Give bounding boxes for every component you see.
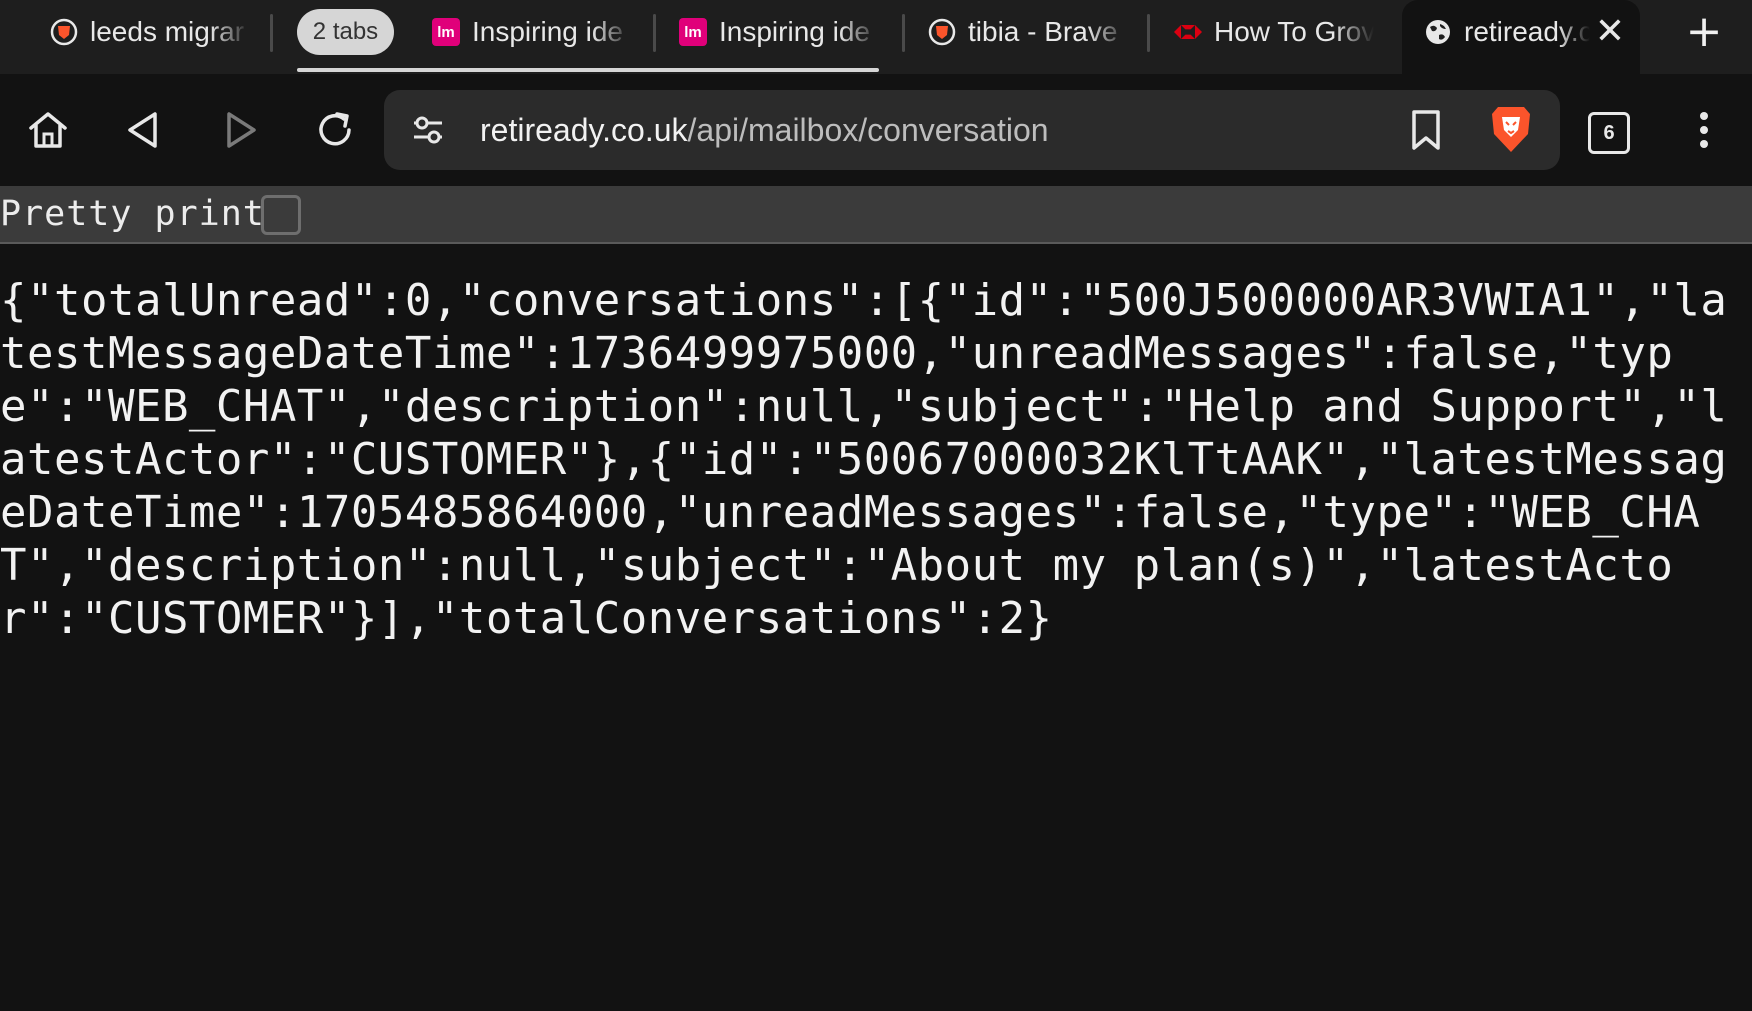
tab-how-to-grow[interactable]: How To Grov (1174, 0, 1374, 64)
back-icon[interactable] (118, 104, 170, 156)
url-text[interactable]: retiready.co.uk/api/mailbox/conversation (480, 90, 1049, 170)
forward-icon[interactable] (214, 104, 266, 156)
more-menu-icon[interactable] (1678, 104, 1730, 156)
tab-inspiring-ideas-2[interactable]: lm Inspiring ide (679, 0, 879, 64)
tab-title: How To Grov (1214, 16, 1374, 47)
lm-icon: lm (432, 18, 460, 46)
tab-strip: leeds migrar 2 tabs lm Inspiring ide lm … (0, 0, 1752, 74)
bookmark-icon[interactable] (1406, 108, 1446, 152)
pretty-print-bar: Pretty print (0, 186, 1752, 244)
reload-icon[interactable] (309, 104, 361, 156)
navigation-toolbar: retiready.co.uk/api/mailbox/conversation… (0, 74, 1752, 186)
tab-tibia[interactable]: tibia - Brave (928, 0, 1128, 64)
address-bar[interactable]: retiready.co.uk/api/mailbox/conversation (384, 90, 1560, 170)
tab-title: Inspiring ide (472, 16, 623, 47)
tab-leeds[interactable]: leeds migrar (50, 0, 250, 64)
pretty-print-checkbox[interactable] (261, 195, 301, 235)
tab-separator (902, 14, 905, 52)
url-host: retiready.co.uk (480, 112, 688, 148)
tab-title: tibia - Brave (968, 16, 1118, 47)
lm-favicon-text: lm (679, 18, 707, 46)
brave-lion-icon (928, 18, 956, 46)
tab-retiready[interactable]: retiready.c (1424, 0, 1590, 64)
close-tab-icon[interactable]: ✕ (1592, 12, 1628, 52)
tab-title: Inspiring ide (719, 16, 870, 47)
tab-separator (270, 14, 273, 52)
tab-group-pill[interactable]: 2 tabs (297, 9, 394, 55)
home-icon[interactable] (22, 104, 74, 156)
tab-title: leeds migrar (90, 16, 245, 47)
brave-lion-icon (50, 18, 78, 46)
tab-separator (653, 14, 656, 52)
url-path: /api/mailbox/conversation (687, 112, 1049, 148)
brave-shields-icon[interactable] (1488, 104, 1534, 156)
site-settings-icon[interactable] (410, 112, 446, 148)
tab-separator (1147, 14, 1150, 52)
tab-switcher-button[interactable]: 6 (1588, 112, 1630, 154)
pretty-print-label: Pretty print (0, 194, 265, 234)
json-response-body: {"totalUnread":0,"conversations":[{"id":… (0, 275, 1728, 644)
globe-icon (1424, 18, 1452, 46)
hsbc-icon (1174, 18, 1202, 46)
tab-inspiring-ideas-1[interactable]: lm Inspiring ide (432, 0, 632, 64)
tab-title: retiready.c (1464, 16, 1590, 47)
tab-group-underline (297, 68, 879, 72)
new-tab-plus-icon[interactable]: + (1684, 10, 1724, 54)
lm-icon: lm (679, 18, 707, 46)
lm-favicon-text: lm (432, 18, 460, 46)
